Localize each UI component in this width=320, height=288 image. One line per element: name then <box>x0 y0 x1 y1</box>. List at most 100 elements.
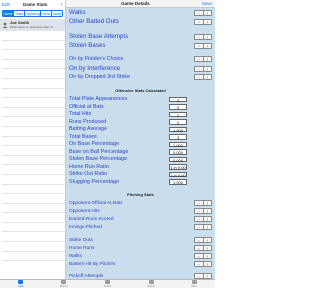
stat-label: Total Bases <box>69 133 97 140</box>
stat-label: Base on Ball Percentage <box>69 148 129 155</box>
edit-button[interactable]: Edit <box>2 2 10 7</box>
stepper[interactable]: − + <box>194 216 212 222</box>
stat-label: Slugging Percentage <box>69 178 120 185</box>
stepper[interactable]: − + <box>194 208 212 214</box>
offense-row: Total Plate Appearances <box>69 96 212 102</box>
stepper[interactable]: − + <box>194 261 212 267</box>
game-details-pane: Game Details Save Walks − + Other Batted … <box>66 0 215 288</box>
stepper[interactable]: − + <box>194 56 212 62</box>
stat-label: Runs Produced <box>69 118 107 125</box>
stat-value: 3 <box>169 96 187 102</box>
player-subtitle: Performance vs. Opponent's Team; P... <box>10 25 55 29</box>
offense-row: Stolen Base Percentage <box>69 156 212 162</box>
stat-label: Other Batted Outs <box>69 18 119 25</box>
stepper[interactable]: − + <box>194 65 212 72</box>
stepper[interactable]: − + <box>194 237 212 243</box>
stat-value: 1 in 0.00 <box>169 171 187 178</box>
pitch-row: Batters Hit By Pitches − + <box>69 261 212 267</box>
stat-label: Strike Out Ratio <box>69 171 108 177</box>
stat-label: Opponent Official At Bats <box>69 200 123 206</box>
pitch-row: Walks − + <box>69 253 212 259</box>
stat-value: 3 <box>169 134 187 140</box>
details-title: Game Details <box>121 1 150 6</box>
pitch-row: Opponent Official At Bats − + <box>69 200 212 206</box>
tab-bar: Stats Players Teams Games More <box>0 279 215 288</box>
stat-label: Opponent Hits <box>69 208 100 214</box>
pitch-row: Earned Runs Scored − + <box>69 216 212 222</box>
tab-teams[interactable]: Teams <box>104 280 111 288</box>
pitching-section-header: Pitching Stats <box>127 192 154 197</box>
left-title: Game Stats <box>22 1 48 7</box>
stat-row-interference: On by Interference − + <box>69 65 212 72</box>
stat-row-stolen-base-attempts: Stolen Base Attempts − + <box>69 33 212 40</box>
pitch-row: Innings Pitched − + <box>69 224 212 230</box>
stat-label: On by Dropped 3rd Strike <box>69 74 131 80</box>
tab-games[interactable]: Games <box>147 280 155 288</box>
stat-row-fielders-choice: On by Fielder's Choice − + <box>69 56 212 62</box>
stepper[interactable]: − + <box>194 74 212 80</box>
tab-stats[interactable]: Stats <box>18 280 24 288</box>
save-button[interactable]: Save <box>202 1 212 6</box>
stat-value: 2 <box>169 119 187 125</box>
stat-value: 1.000 <box>169 179 187 185</box>
offense-row: Runs Produced <box>69 119 212 125</box>
stat-label: Official at Bats <box>69 103 104 110</box>
stat-label: Stolen Base Percentage <box>69 156 128 162</box>
stat-label: Pickoff Attempts <box>69 273 104 279</box>
stat-label: Strike Outs <box>69 237 93 243</box>
stat-value: 2 <box>169 111 187 117</box>
segment-away[interactable]: Away <box>52 11 62 16</box>
stat-row-stolen-bases: Stolen Bases − + <box>69 42 212 49</box>
stat-label: Total Hits <box>69 111 92 117</box>
stat-value: 0.000 <box>169 156 187 162</box>
player-list-item[interactable]: Joe Smith Performance vs. Opponent's Tea… <box>0 19 65 31</box>
offense-row: Slugging Percentage <box>69 179 212 185</box>
stat-value: 1.000 <box>169 126 187 132</box>
empty-list-rows <box>2 31 65 262</box>
add-button[interactable]: + <box>60 2 63 7</box>
offense-row: Total Hits <box>69 111 212 117</box>
offense-row: On Base Percentage <box>69 141 212 147</box>
stat-label: Stolen Bases <box>69 42 106 49</box>
offensive-section-header: Offensive Stats Calculated <box>115 88 166 93</box>
offense-row: Official at Bats <box>69 104 212 110</box>
stat-row-other-batted-outs: Other Batted Outs − + <box>69 18 212 25</box>
left-navbar: Edit Game Stats + <box>0 0 65 8</box>
stat-value: 1 in 0.00 <box>169 164 187 170</box>
stat-label: Stolen Base Attempts <box>69 33 129 40</box>
stat-value: 3 <box>169 104 187 110</box>
stat-label: Batters Hit By Pitches <box>69 261 116 267</box>
stepper[interactable]: − + <box>194 224 212 230</box>
segment-game[interactable]: Game <box>3 11 15 16</box>
stat-label: On by Fielder's Choice <box>69 56 124 62</box>
stepper[interactable]: − + <box>194 200 212 206</box>
stepper[interactable]: − + <box>194 9 212 16</box>
stepper[interactable]: − + <box>194 42 212 49</box>
segment-opposing[interactable]: Opposing <box>25 11 41 16</box>
stepper[interactable]: − + <box>194 245 212 251</box>
segment-home[interactable]: Home <box>41 11 52 16</box>
stat-value: 1.000 <box>169 141 187 147</box>
pitch-row: Home Runs − + <box>69 245 212 251</box>
stepper[interactable]: − + <box>194 18 212 25</box>
offense-row: Base on Ball Percentage <box>69 149 212 155</box>
stat-value: 0.000 <box>169 149 187 155</box>
stepper[interactable]: − + <box>194 33 212 40</box>
tab-more[interactable]: More <box>191 280 197 288</box>
stat-label: Total Plate Appearances <box>69 96 128 102</box>
stat-label: On Base Percentage <box>69 141 120 147</box>
filter-segmented-control[interactable]: Game Team Opposing Home Away <box>2 10 63 17</box>
stat-label: Walks <box>69 9 86 16</box>
stats-list-pane: Edit Game Stats + Game Team Opposing Hom… <box>0 0 66 288</box>
pitch-row: Strike Outs − + <box>69 237 212 243</box>
right-navbar: Game Details Save <box>66 0 215 8</box>
stat-label: Innings Pitched <box>69 224 102 230</box>
tab-players[interactable]: Players <box>60 280 68 288</box>
offense-row: Strike Out Ratio <box>69 171 212 177</box>
segment-team[interactable]: Team <box>14 11 26 16</box>
stat-row-dropped-3rd-strike: On by Dropped 3rd Strike − + <box>69 74 212 80</box>
stat-label: Earned Runs Scored <box>69 216 114 222</box>
stat-row-walks: Walks − + <box>69 9 212 16</box>
offense-row: Home Run Ratio <box>69 164 212 170</box>
stepper[interactable]: − + <box>194 253 212 259</box>
